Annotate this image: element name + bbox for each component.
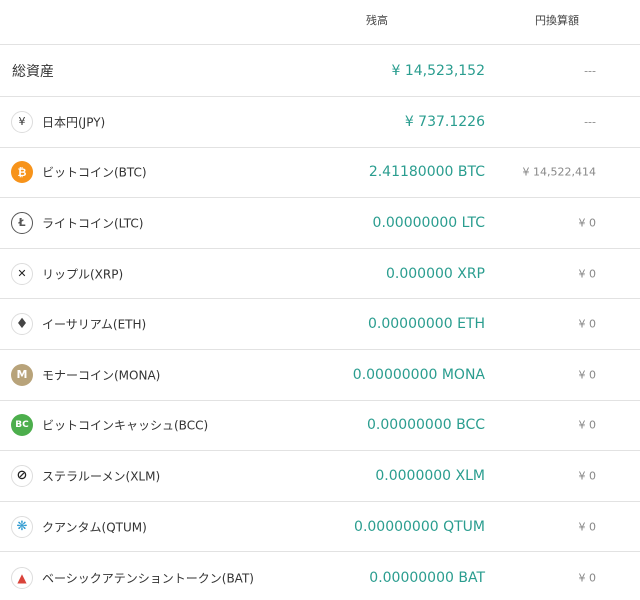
asset-name: 総資産	[12, 63, 54, 80]
asset-name: リップル(XRP)	[42, 267, 124, 282]
asset-name: クアンタム(QTUM)	[42, 520, 147, 535]
asset-name: 日本円(JPY)	[42, 115, 106, 130]
asset-jpy-value: ¥ 0	[578, 418, 597, 432]
ripple-icon: ✕	[11, 262, 33, 285]
asset-balance-table: 残高 円換算額 総資産 ¥ 14,523,152 --- ¥ 日本円(JPY) …	[0, 0, 640, 600]
asset-row-ltc: Ł ライトコイン(LTC) 0.00000000 LTC ¥ 0	[0, 198, 640, 249]
asset-name: ビットコインキャッシュ(BCC)	[42, 418, 209, 433]
asset-jpy-value: ¥ 0	[578, 520, 597, 534]
asset-jpy-value: ¥ 0	[578, 571, 597, 585]
asset-row-bat: ▲ ベーシックアテンショントークン(BAT) 0.00000000 BAT ¥ …	[0, 552, 640, 600]
asset-row-eth: ♦ イーサリアム(ETH) 0.00000000 ETH ¥ 0	[0, 299, 640, 350]
bitcoin-icon: ₿	[11, 161, 33, 184]
asset-row-btc: ₿ ビットコイン(BTC) 2.41180000 BTC ¥ 14,522,41…	[0, 148, 640, 199]
ethereum-icon: ♦	[11, 313, 33, 336]
asset-balance: ¥ 14,523,152	[391, 62, 485, 79]
asset-balance: 2.41180000 BTC	[368, 164, 485, 181]
yen-icon: ¥	[11, 110, 33, 133]
balance-column-header: 残高	[366, 14, 388, 27]
asset-name: ステラルーメン(XLM)	[42, 469, 161, 484]
stellar-icon: ⊘	[11, 464, 33, 487]
asset-balance: 0.00000000 LTC	[372, 214, 485, 231]
qtum-icon: ❋	[11, 515, 33, 538]
asset-balance: 0.00000000 MONA	[352, 366, 485, 383]
asset-jpy-value: ---	[584, 115, 596, 129]
asset-jpy-value: ¥ 0	[578, 216, 597, 230]
asset-balance: 0.00000000 ETH	[368, 316, 485, 333]
asset-row-mona: M モナーコイン(MONA) 0.00000000 MONA ¥ 0	[0, 350, 640, 401]
asset-name: ビットコイン(BTC)	[42, 165, 147, 180]
asset-jpy-value: ¥ 0	[578, 368, 597, 382]
monacoin-icon: M	[11, 363, 33, 386]
asset-jpy-value: ¥ 14,522,414	[522, 165, 596, 179]
bitcoin-cash-icon: BC	[11, 414, 33, 437]
asset-row-jpy: ¥ 日本円(JPY) ¥ 737.1226 ---	[0, 97, 640, 148]
asset-name: ライトコイン(LTC)	[42, 216, 144, 231]
table-header: 残高 円換算額	[0, 0, 640, 45]
total-assets-row: 総資産 ¥ 14,523,152 ---	[0, 45, 640, 97]
jpy-column-header: 円換算額	[535, 14, 579, 27]
asset-jpy-value: ¥ 0	[578, 317, 597, 331]
asset-row-bcc: BC ビットコインキャッシュ(BCC) 0.00000000 BCC ¥ 0	[0, 401, 640, 452]
asset-jpy-value: ¥ 0	[578, 469, 597, 483]
asset-row-xlm: ⊘ ステラルーメン(XLM) 0.0000000 XLM ¥ 0	[0, 451, 640, 502]
asset-name: ベーシックアテンショントークン(BAT)	[42, 571, 254, 586]
asset-row-xrp: ✕ リップル(XRP) 0.000000 XRP ¥ 0	[0, 249, 640, 300]
asset-balance: 0.0000000 XLM	[375, 467, 485, 484]
asset-balance: ¥ 737.1226	[404, 113, 485, 130]
litecoin-icon: Ł	[11, 211, 33, 234]
asset-balance: 0.00000000 BCC	[367, 417, 485, 434]
asset-name: モナーコイン(MONA)	[42, 368, 161, 383]
asset-jpy-value: ¥ 0	[578, 267, 597, 281]
asset-balance: 0.00000000 QTUM	[354, 518, 485, 535]
asset-jpy-value: ---	[584, 64, 596, 77]
asset-balance: 0.00000000 BAT	[369, 569, 485, 586]
asset-row-qtum: ❋ クアンタム(QTUM) 0.00000000 QTUM ¥ 0	[0, 502, 640, 553]
asset-name: イーサリアム(ETH)	[42, 317, 147, 332]
asset-balance: 0.000000 XRP	[385, 265, 485, 282]
bat-icon: ▲	[11, 566, 33, 589]
